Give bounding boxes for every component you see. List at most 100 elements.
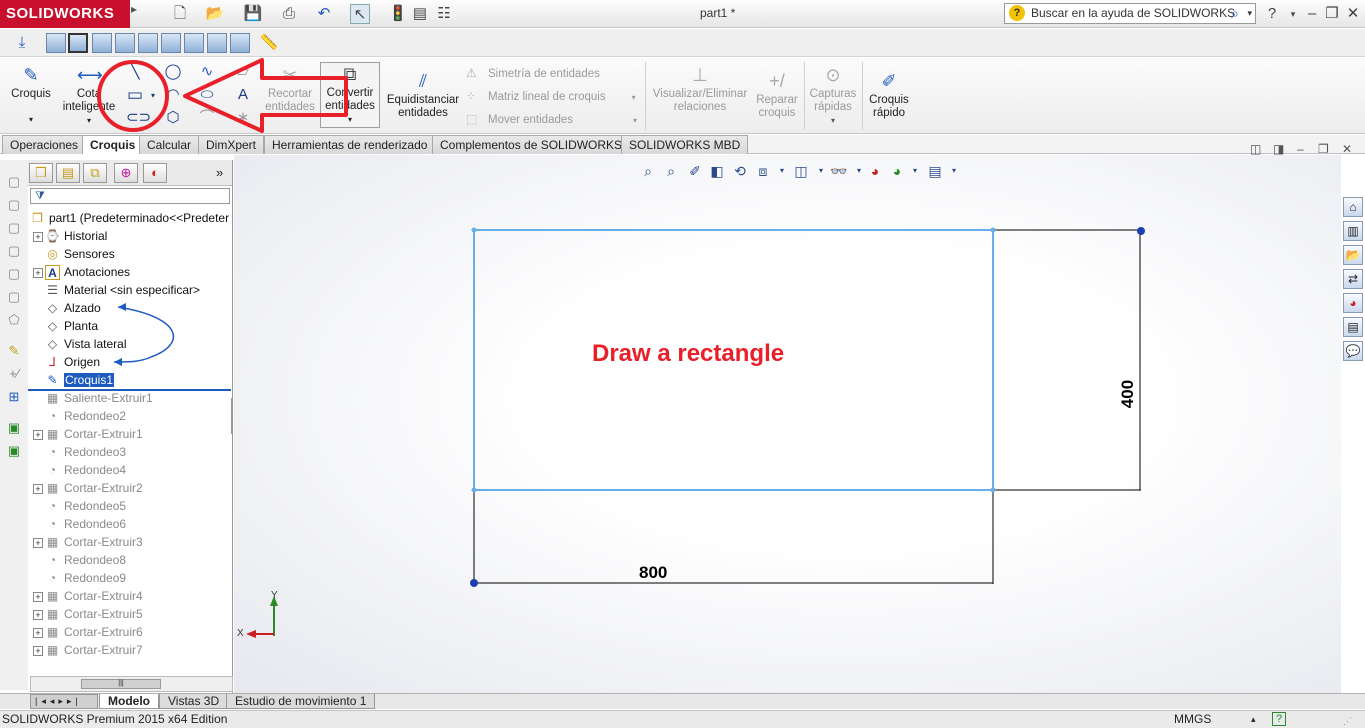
units-selector[interactable]: MMGS: [1174, 711, 1211, 728]
custom-properties-icon[interactable]: ▤: [1343, 317, 1363, 337]
croquis-dropdown-icon[interactable]: ▾: [8, 113, 54, 126]
move-entities-item[interactable]: ⬚ Mover entidades ▾: [466, 112, 637, 126]
restore-window-icon[interactable]: ❐: [1322, 4, 1342, 24]
point-icon[interactable]: ∗: [234, 109, 252, 127]
height-dimension-value[interactable]: 400: [1118, 380, 1138, 408]
help-icon[interactable]: ?: [1262, 4, 1282, 24]
normal-to-icon[interactable]: ⤓: [12, 33, 32, 53]
display-style-dropdown-icon[interactable]: ▾: [812, 162, 830, 180]
expand-icon[interactable]: +: [33, 645, 43, 656]
display-relations-button[interactable]: ⊥ Visualizar/Eliminar relaciones: [650, 64, 750, 114]
mirror-entities-item[interactable]: ⚠ Simetría de entidades: [466, 66, 600, 80]
tab-dimxpert[interactable]: DimXpert: [198, 135, 265, 154]
plane-icon[interactable]: ▱: [234, 63, 252, 81]
extrude-icon[interactable]: ▢: [6, 174, 22, 190]
expand-icon[interactable]: +: [33, 609, 43, 620]
layer-icon-1[interactable]: ▣: [6, 420, 22, 436]
edit-appearance-icon[interactable]: ◕: [866, 162, 884, 180]
expand-icon[interactable]: +: [33, 429, 43, 440]
revolve-icon[interactable]: ▢: [6, 197, 22, 213]
spline-icon[interactable]: ∿: [198, 63, 216, 81]
undo-icon[interactable]: ↶: [314, 4, 334, 24]
solidworks-resources-icon[interactable]: ⌂: [1343, 197, 1363, 217]
display-style-icon[interactable]: ◫: [792, 162, 810, 180]
expand-icon[interactable]: +: [33, 591, 43, 602]
tree-filter-input[interactable]: ⧩: [30, 188, 230, 204]
sweep-icon[interactable]: ▢: [6, 220, 22, 236]
tree-item-redondeo6[interactable]: ◔ Redondeo6: [45, 515, 126, 533]
doc-close-icon[interactable]: ✕: [1342, 142, 1352, 156]
tree-item-alzado[interactable]: ◇ Alzado: [45, 299, 101, 317]
apply-scene-icon[interactable]: ◕: [888, 162, 906, 180]
tree-item-cortar-extruir3[interactable]: + ▦ Cortar-Extruir3: [33, 533, 143, 551]
doc-restore-icon[interactable]: ❐: [1318, 142, 1329, 156]
appearances-icon[interactable]: ◕: [1343, 293, 1363, 313]
layer-icon-2[interactable]: ▣: [6, 443, 22, 459]
boundary-icon[interactable]: ▢: [6, 266, 22, 282]
zoom-to-area-icon[interactable]: ⌕: [662, 162, 680, 180]
hide-show-items-icon[interactable]: 👓: [830, 162, 848, 180]
smart-dimension-button[interactable]: ⟷ Cota inteligente ▾: [60, 64, 118, 127]
tree-item-cortar-extruir2[interactable]: + ▦ Cortar-Extruir2: [33, 479, 143, 497]
repair-sketch-button[interactable]: +/ Reparar croquis: [752, 70, 802, 120]
file-properties-icon[interactable]: ▤: [410, 4, 430, 24]
mover-dropdown-icon[interactable]: ▾: [633, 116, 637, 125]
block-icon[interactable]: ⊞: [6, 389, 22, 405]
relations-side-icon[interactable]: +⁄: [6, 366, 22, 382]
search-dropdown-icon[interactable]: ▾: [1247, 4, 1252, 23]
tab-croquis[interactable]: Croquis: [82, 135, 144, 154]
line-icon[interactable]: ╲: [126, 63, 144, 81]
tree-item-vista-lateral[interactable]: ◇ Vista lateral: [45, 335, 127, 353]
display-manager-tab-icon[interactable]: ◐: [143, 163, 167, 183]
capturas-dropdown-icon[interactable]: ▾: [806, 114, 860, 127]
expand-panel-icon[interactable]: »: [216, 165, 223, 180]
view-orientation-dropdown-icon[interactable]: ▾: [773, 162, 791, 180]
expand-icon[interactable]: +: [33, 483, 43, 494]
section-view-icon[interactable]: ◧: [708, 162, 726, 180]
tree-item-cortar-extruir7[interactable]: + ▦ Cortar-Extruir7: [33, 641, 143, 659]
select-pointer-icon[interactable]: ↖: [350, 4, 370, 24]
sketch-edit-icon[interactable]: ✎: [6, 343, 22, 359]
tile-vertical-icon[interactable]: ◨: [1273, 142, 1284, 156]
options-icon[interactable]: ☷: [434, 4, 454, 24]
tab-complementos[interactable]: Complementos de SOLIDWORKS: [432, 135, 631, 154]
expand-icon[interactable]: +: [33, 537, 43, 548]
bottom-view-icon[interactable]: [161, 33, 181, 53]
logo-menu-arrow-icon[interactable]: ▸: [131, 2, 137, 16]
featuremanager-tab-icon[interactable]: ❒: [29, 163, 53, 183]
open-folder-icon[interactable]: 📂: [205, 4, 225, 24]
dimetric-view-icon[interactable]: [230, 33, 250, 53]
convert-entities-button[interactable]: ⧉ Convertir entidades ▾: [320, 62, 380, 128]
rectangle-dropdown-icon[interactable]: ▾: [144, 87, 162, 105]
rapid-sketch-button[interactable]: ✐ Croquis rápido: [864, 70, 914, 120]
quick-snaps-button[interactable]: ⊙ Capturas rápidas ▾: [806, 64, 860, 127]
dimxpert-tab-icon[interactable]: ⊕: [114, 163, 138, 183]
design-library-icon[interactable]: ▥: [1343, 221, 1363, 241]
width-dimension-value[interactable]: 800: [639, 563, 667, 583]
expand-icon[interactable]: +: [33, 627, 43, 638]
front-view-icon[interactable]: [46, 33, 66, 53]
new-document-icon[interactable]: 🗋: [170, 4, 190, 24]
tab-operaciones[interactable]: Operaciones: [2, 135, 87, 154]
arc-icon[interactable]: ◠: [164, 86, 182, 104]
tree-item-saliente-extruir1[interactable]: ▦ Saliente-Extruir1: [45, 389, 153, 407]
tree-item-historial[interactable]: + ⌚ Historial: [33, 227, 107, 245]
top-view-icon[interactable]: [138, 33, 158, 53]
forum-icon[interactable]: 💬: [1343, 341, 1363, 361]
tree-item-cortar-extruir5[interactable]: + ▦ Cortar-Extruir5: [33, 605, 143, 623]
trimetric-view-icon[interactable]: [207, 33, 227, 53]
configuration-tab-icon[interactable]: ⧉: [83, 163, 107, 183]
print-icon[interactable]: ⎙: [279, 4, 299, 24]
tab-mbd[interactable]: SOLIDWORKS MBD: [621, 135, 749, 154]
save-icon[interactable]: 💾: [243, 4, 263, 24]
right-view-icon[interactable]: [115, 33, 135, 53]
view-palette-icon[interactable]: ⇄: [1343, 269, 1363, 289]
tree-item-croquis1[interactable]: ✎ Croquis1: [45, 371, 115, 389]
dynamic-annotation-icon[interactable]: ⟲: [731, 162, 749, 180]
zoom-to-fit-icon[interactable]: ⌕: [639, 162, 657, 180]
tree-item-sensores[interactable]: ◎ Sensores: [45, 245, 114, 263]
close-window-icon[interactable]: ✕: [1343, 4, 1363, 24]
isometric-view-icon[interactable]: [184, 33, 204, 53]
tree-item-redondeo8[interactable]: ◔ Redondeo8: [45, 551, 126, 569]
circle-icon[interactable]: ◯: [164, 63, 182, 81]
